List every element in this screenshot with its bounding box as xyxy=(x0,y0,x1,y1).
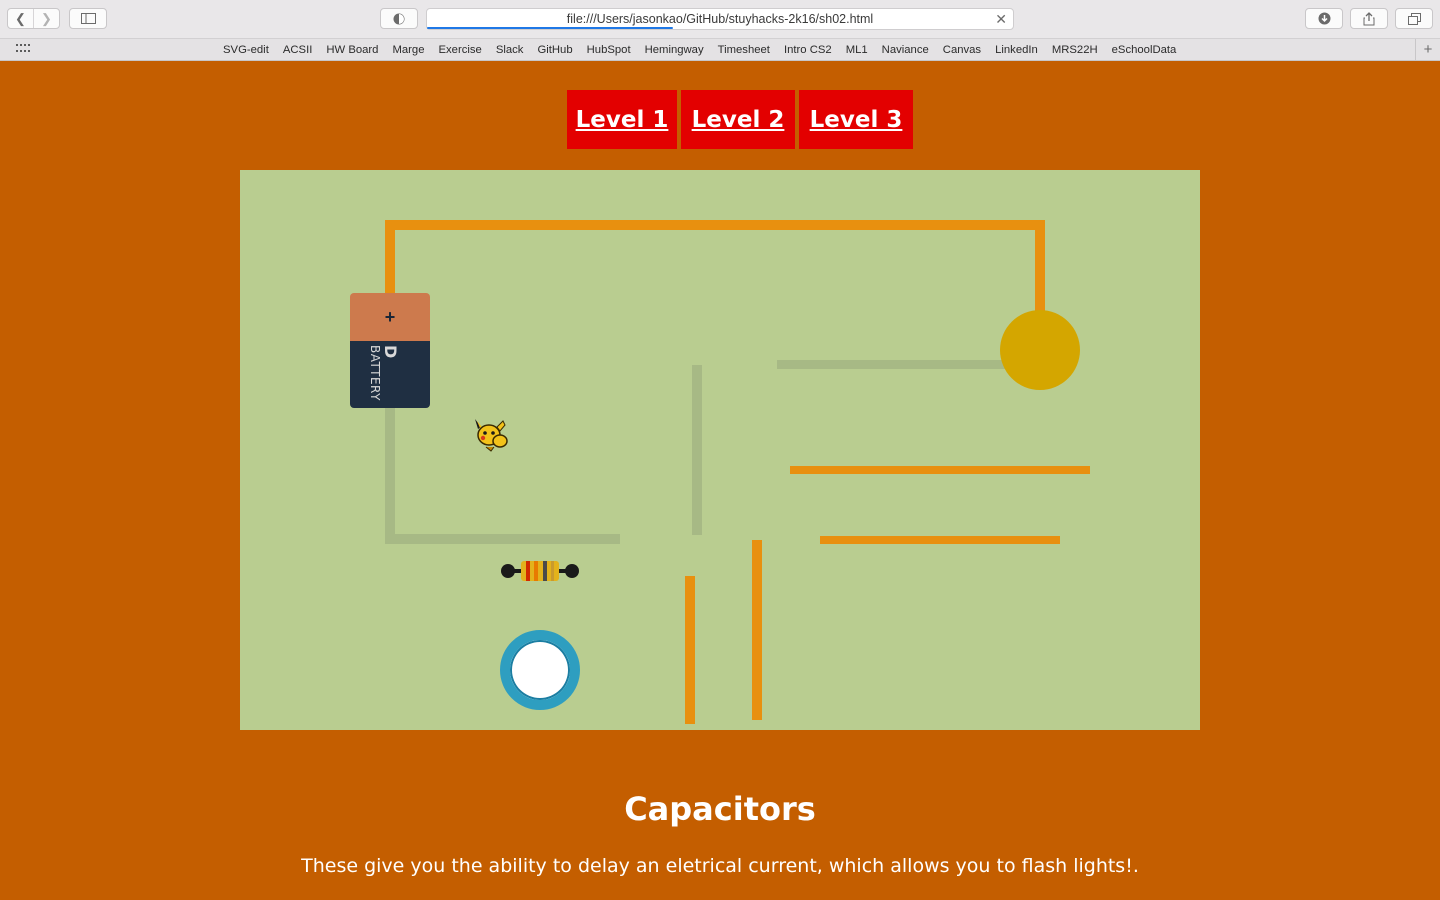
level-1-button[interactable]: Level 1 xyxy=(567,90,677,149)
capacitor[interactable] xyxy=(500,630,580,710)
bookmark-item[interactable]: Timesheet xyxy=(711,44,777,56)
stop-loading-icon[interactable]: ✕ xyxy=(995,11,1007,28)
section-title: Capacitors xyxy=(624,790,816,828)
address-url: file:///Users/jasonkao/GitHub/stuyhacks-… xyxy=(566,12,874,26)
wire-segment[interactable] xyxy=(752,540,762,720)
bookmarks-list: SVG-edit ACSII HW Board Marge Exercise Slack G… xyxy=(216,39,1183,60)
level-2-button[interactable]: Level 2 xyxy=(681,90,795,149)
bookmark-item[interactable]: Hemingway xyxy=(638,44,711,56)
bookmark-item[interactable]: Canvas xyxy=(936,44,988,56)
light-bulb xyxy=(1000,310,1080,390)
bookmark-item[interactable]: Intro CS2 xyxy=(777,44,839,56)
history-nav: ❮ ❯ xyxy=(7,8,60,29)
tabs-overview-icon[interactable] xyxy=(1395,8,1433,29)
apps-grid-icon[interactable] xyxy=(16,44,30,54)
level-nav: Level 1 Level 2 Level 3 xyxy=(567,90,913,149)
wire-segment[interactable] xyxy=(820,536,1060,544)
address-bar[interactable]: file:///Users/jasonkao/GitHub/stuyhacks-… xyxy=(426,8,1014,30)
wire-top-right-down xyxy=(1035,220,1045,315)
circuit-board: + D BATTERY xyxy=(240,170,1200,730)
wire-segment-inactive[interactable] xyxy=(777,360,1007,369)
bookmark-item[interactable]: LinkedIn xyxy=(988,44,1045,56)
bookmark-item[interactable]: SVG-edit xyxy=(216,44,276,56)
new-tab-plus-icon[interactable]: + xyxy=(1415,39,1440,60)
wire-segment[interactable] xyxy=(685,576,695,724)
bookmark-item[interactable]: Naviance xyxy=(875,44,936,56)
bookmark-item[interactable]: HubSpot xyxy=(580,44,638,56)
bookmark-item[interactable]: Slack xyxy=(489,44,531,56)
wire-left-inactive xyxy=(385,406,395,544)
back-arrow-icon[interactable]: ❮ xyxy=(8,9,33,28)
wire-bottom-inactive xyxy=(385,534,620,544)
sidebar-toggle-icon[interactable] xyxy=(69,8,107,29)
bookmark-item[interactable]: GitHub xyxy=(530,44,579,56)
bookmarks-bar: SVG-edit ACSII HW Board Marge Exercise Slack G… xyxy=(0,39,1440,61)
battery-label: BATTERY xyxy=(368,345,382,401)
wire-segment[interactable] xyxy=(790,466,1090,474)
browser-toolbar: ❮ ❯ file:///Users/jasonkao/GitHub/stuyha… xyxy=(0,0,1440,39)
level-3-button[interactable]: Level 3 xyxy=(799,90,913,149)
battery-positive-terminal: + xyxy=(350,293,430,341)
bookmark-item[interactable]: HW Board xyxy=(319,44,385,56)
forward-arrow-icon[interactable]: ❯ xyxy=(33,9,59,28)
bookmark-item[interactable]: eSchoolData xyxy=(1105,44,1184,56)
section-description: These give you the ability to delay an e… xyxy=(301,855,1139,877)
wire-top xyxy=(385,220,1045,230)
bookmark-item[interactable]: ACSII xyxy=(276,44,320,56)
wire-top-left-down xyxy=(385,220,395,295)
battery-size-label: D xyxy=(381,345,400,359)
wire-segment-inactive[interactable] xyxy=(692,365,702,535)
bookmark-item[interactable]: Exercise xyxy=(432,44,489,56)
bookmark-item[interactable]: ML1 xyxy=(839,44,875,56)
downloads-icon[interactable] xyxy=(1305,8,1343,29)
bookmark-item[interactable]: MRS22H xyxy=(1045,44,1105,56)
pikachu-player-icon xyxy=(475,419,508,452)
page-load-progress xyxy=(427,27,674,29)
share-icon[interactable] xyxy=(1350,8,1388,29)
bookmark-item[interactable]: Marge xyxy=(385,44,431,56)
battery: + D BATTERY xyxy=(350,293,430,408)
resistor-icon[interactable] xyxy=(499,559,581,583)
privacy-shield-icon[interactable] xyxy=(380,8,418,29)
